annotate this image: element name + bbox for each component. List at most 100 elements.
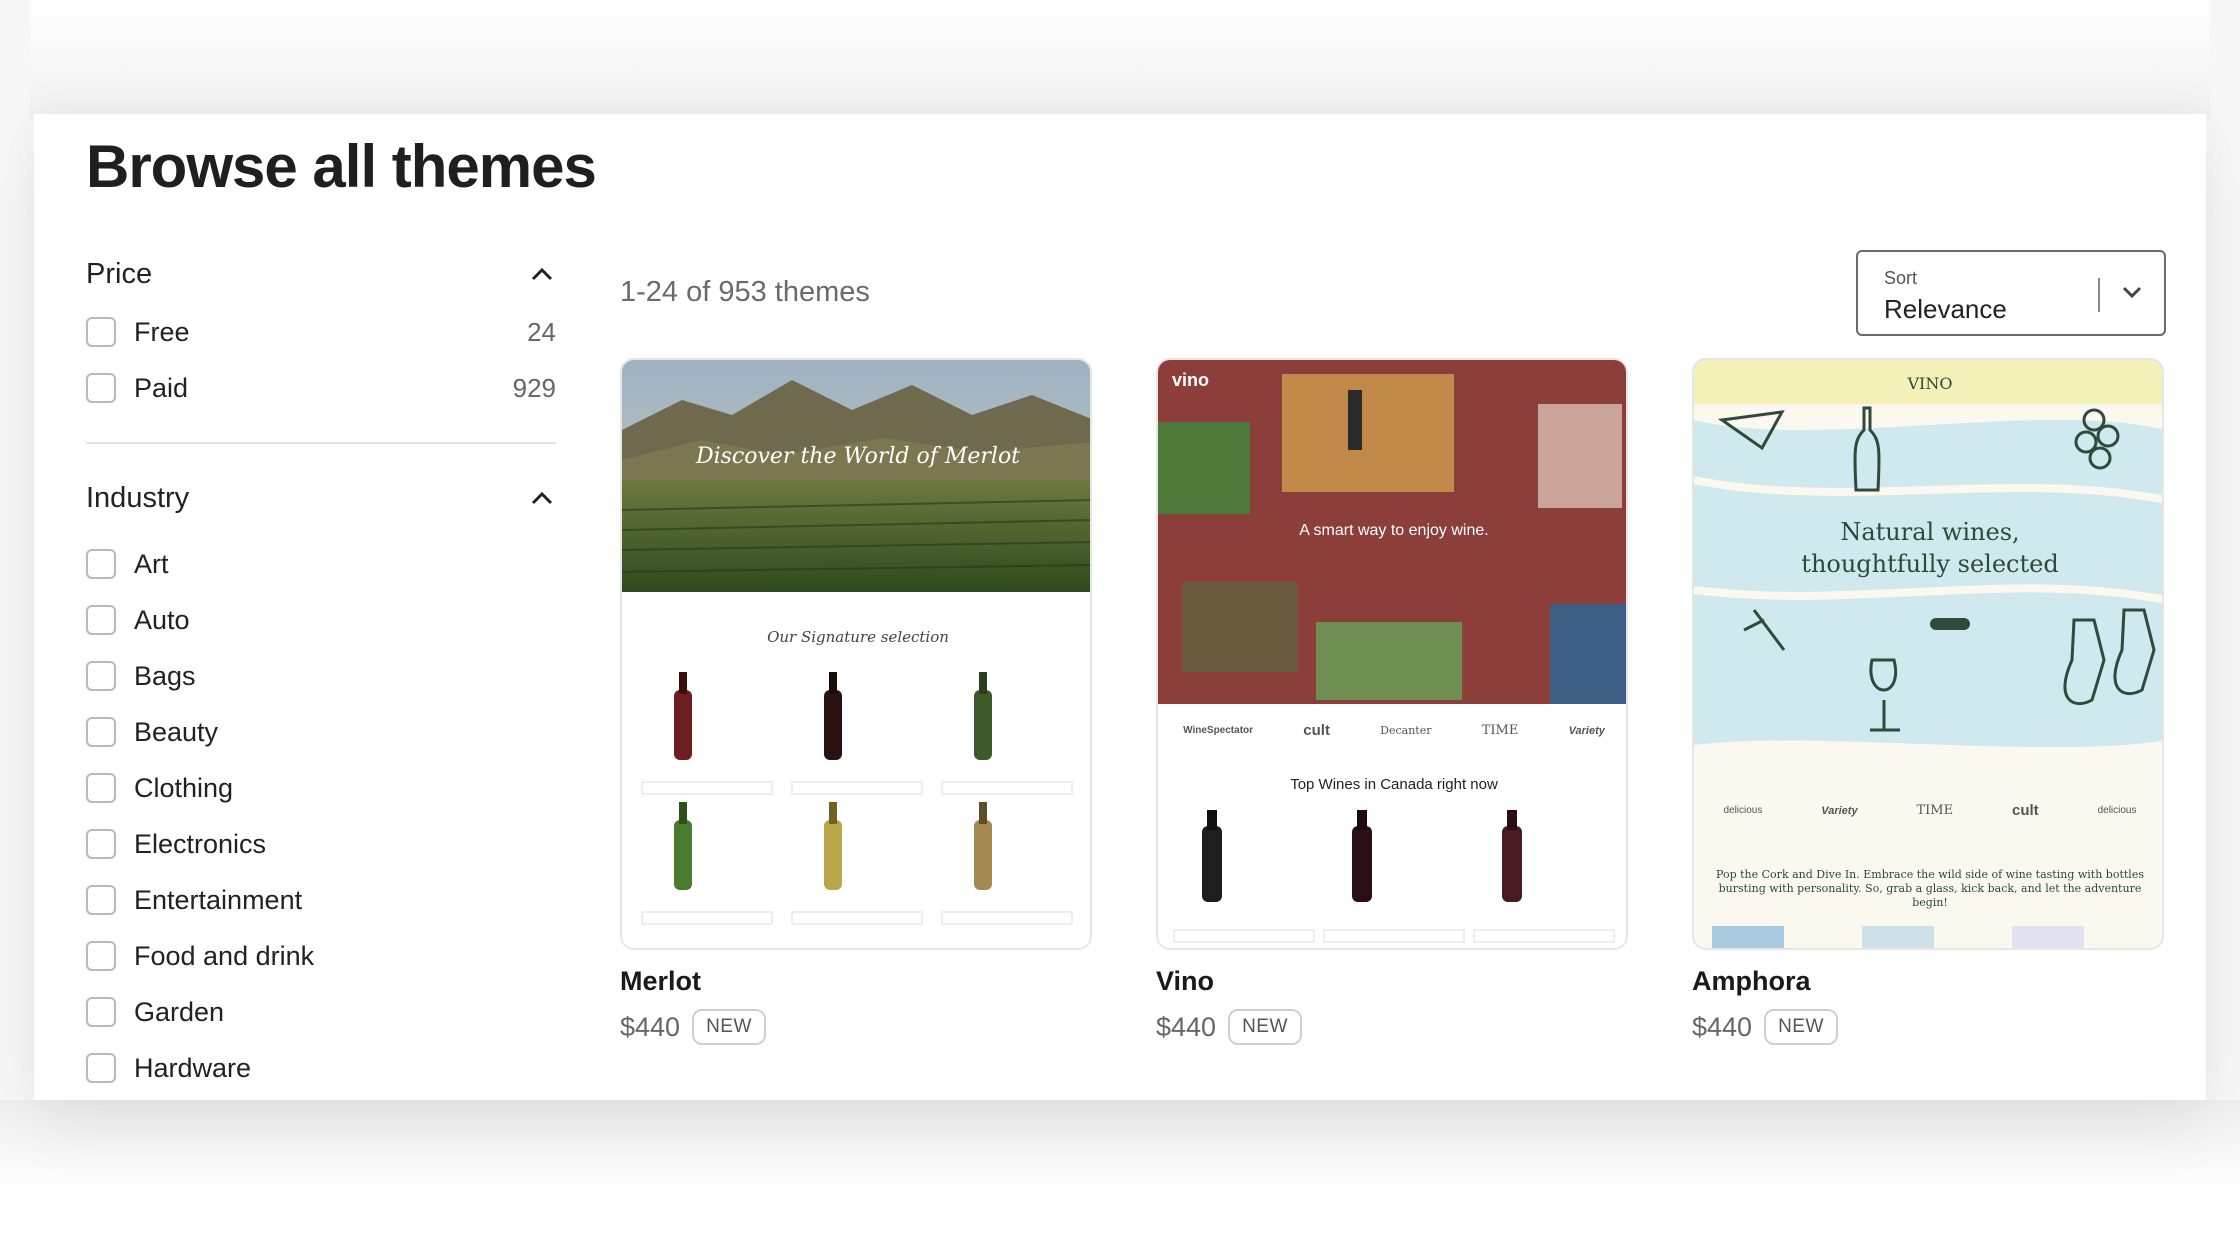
- theme-name[interactable]: Merlot: [620, 966, 1092, 997]
- price-facet-header[interactable]: Price: [86, 244, 556, 304]
- option-count: 929: [512, 372, 556, 403]
- sort-label: Sort: [1884, 268, 1918, 288]
- press-logo: TIME: [1481, 723, 1519, 738]
- theme-name[interactable]: Vino: [1156, 966, 1628, 997]
- theme-preview[interactable]: vino A smart way to enjoy wine. WineSpec…: [1156, 358, 1628, 950]
- price-row: $440 NEW: [1156, 1009, 1628, 1045]
- vineyard-hero-image: [622, 360, 1090, 592]
- theme-price: $440: [620, 1011, 681, 1042]
- product-thumb: [2012, 926, 2084, 948]
- filter-option-garden[interactable]: Garden: [86, 984, 556, 1040]
- price-row: $440 NEW: [620, 1009, 1092, 1045]
- chevron-down-icon[interactable]: [2120, 280, 2144, 309]
- new-badge: NEW: [1764, 1009, 1838, 1045]
- amphora-headline-1: Natural wines,: [1840, 518, 2020, 546]
- amphora-headline-2: thoughtfully selected: [1801, 550, 2059, 578]
- press-logo: cult: [2012, 802, 2039, 819]
- filter-sidebar: Price Free 24 Paid 929 Industry Art Auto…: [86, 244, 556, 1096]
- new-badge: NEW: [1228, 1009, 1302, 1045]
- filter-option-entertainment[interactable]: Entertainment: [86, 872, 556, 928]
- option-label: Auto: [134, 604, 190, 635]
- checkbox[interactable]: [86, 605, 116, 635]
- vino-tagline: A smart way to enjoy wine.: [1299, 522, 1489, 539]
- checkbox[interactable]: [86, 717, 116, 747]
- price-facet-title: Price: [86, 257, 153, 290]
- theme-name[interactable]: Amphora: [1692, 966, 2164, 997]
- chevron-up-icon[interactable]: [528, 260, 556, 288]
- sort-separator: [2098, 278, 2100, 312]
- theme-card-merlot[interactable]: Discover the World of Merlot Our Signatu…: [620, 358, 1092, 1045]
- industry-facet-header[interactable]: Industry: [86, 468, 556, 528]
- filter-option-paid[interactable]: Paid 929: [86, 360, 556, 416]
- checkbox[interactable]: [86, 1053, 116, 1083]
- press-logos: delicious Variety TIME cult delicious: [1694, 802, 2162, 819]
- press-logo: TIME: [1916, 803, 1954, 818]
- new-badge: NEW: [692, 1009, 766, 1045]
- filter-option-beauty[interactable]: Beauty: [86, 704, 556, 760]
- press-logo: delicious: [1723, 805, 1763, 816]
- chevron-up-icon[interactable]: [528, 484, 556, 512]
- checkbox[interactable]: [86, 317, 116, 347]
- press-logo: delicious: [2097, 805, 2137, 816]
- press-logo: Variety: [1821, 804, 1858, 817]
- amphora-body-text: Pop the Cork and Dive In. Embrace the wi…: [1716, 868, 2144, 909]
- page-title: Browse all themes: [86, 133, 597, 200]
- checkbox[interactable]: [86, 997, 116, 1027]
- sort-select[interactable]: Sort Relevance: [1856, 250, 2166, 336]
- checkbox[interactable]: [86, 661, 116, 691]
- checkbox[interactable]: [86, 549, 116, 579]
- option-label: Free: [134, 316, 190, 347]
- facet-divider: [86, 442, 556, 444]
- filter-option-auto[interactable]: Auto: [86, 592, 556, 648]
- option-label: Clothing: [134, 772, 234, 803]
- wine-product-row: [1173, 810, 1615, 943]
- theme-price: $440: [1692, 1011, 1753, 1042]
- price-row: $440 NEW: [1692, 1009, 2164, 1045]
- press-logo: cult: [1303, 722, 1330, 739]
- option-label: Entertainment: [134, 884, 303, 915]
- option-label: Bags: [134, 660, 196, 691]
- amphora-illustration: [1694, 406, 2162, 748]
- option-label: Beauty: [134, 716, 219, 747]
- checkbox[interactable]: [86, 885, 116, 915]
- sort-value: Relevance: [1884, 294, 2007, 324]
- checkbox[interactable]: [86, 773, 116, 803]
- results-count: 1-24 of 953 themes: [620, 276, 870, 308]
- option-label: Electronics: [134, 828, 267, 859]
- hero-script-title: Discover the World of Merlot: [695, 444, 1021, 469]
- section-title: Our Signature selection: [767, 628, 949, 646]
- option-label: Paid: [134, 372, 189, 403]
- theme-preview[interactable]: VINO Natural wines, thoughtfully selecte…: [1692, 358, 2164, 950]
- top-shadow: [30, 0, 2210, 120]
- theme-preview[interactable]: Discover the World of Merlot Our Signatu…: [620, 358, 1092, 950]
- product-thumb: [1862, 926, 1934, 948]
- checkbox[interactable]: [86, 829, 116, 859]
- filter-option-electronics[interactable]: Electronics: [86, 816, 556, 872]
- option-label: Art: [134, 548, 169, 579]
- press-logo: Decanter: [1380, 724, 1432, 737]
- product-thumb: [1712, 926, 1784, 948]
- industry-facet-title: Industry: [86, 481, 190, 514]
- press-logos: WineSpectator cult Decanter TIME Variety: [1158, 722, 1626, 739]
- filter-option-clothing[interactable]: Clothing: [86, 760, 556, 816]
- filter-option-hardware[interactable]: Hardware: [86, 1040, 556, 1096]
- bottom-fade: [0, 1100, 2240, 1260]
- themes-panel: Browse all themes Price Free 24 Paid 929…: [34, 114, 2206, 1100]
- option-label: Garden: [134, 996, 225, 1027]
- theme-card-amphora[interactable]: VINO Natural wines, thoughtfully selecte…: [1692, 358, 2164, 1045]
- filter-option-bags[interactable]: Bags: [86, 648, 556, 704]
- filter-option-art[interactable]: Art: [86, 536, 556, 592]
- wine-bottle-grid: [641, 672, 1073, 925]
- option-count: 24: [527, 316, 556, 347]
- theme-card-vino[interactable]: vino A smart way to enjoy wine. WineSpec…: [1156, 358, 1628, 1045]
- option-label: Food and drink: [134, 940, 315, 971]
- checkbox[interactable]: [86, 373, 116, 403]
- checkbox[interactable]: [86, 941, 116, 971]
- filter-option-free[interactable]: Free 24: [86, 304, 556, 360]
- press-logo: Variety: [1568, 724, 1605, 737]
- filter-option-food-and-drink[interactable]: Food and drink: [86, 928, 556, 984]
- press-logo: WineSpectator: [1183, 725, 1254, 736]
- theme-price: $440: [1156, 1011, 1217, 1042]
- option-label: Hardware: [134, 1052, 252, 1083]
- section-title: Top Wines in Canada right now: [1290, 776, 1498, 793]
